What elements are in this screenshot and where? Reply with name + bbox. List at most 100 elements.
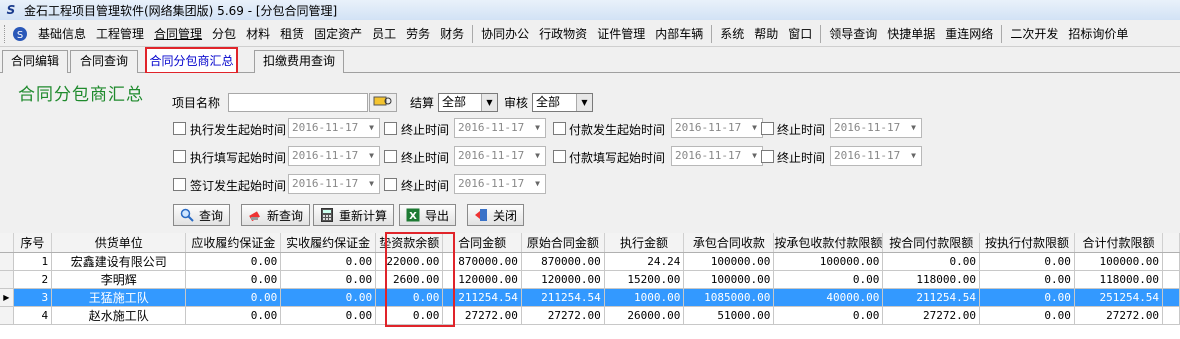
cell-value[interactable]: 0.00: [185, 288, 282, 307]
row-indicator[interactable]: [0, 306, 14, 325]
cell-value[interactable]: 100000.00: [1074, 252, 1164, 271]
col-header[interactable]: 承包合同收款: [683, 233, 775, 253]
settle-select[interactable]: 全部 ▼: [438, 93, 498, 112]
menu-help[interactable]: 帮助: [749, 23, 783, 45]
toolbar-grip[interactable]: [4, 24, 7, 43]
cell-value[interactable]: 2600.00: [375, 270, 444, 289]
menu-dev[interactable]: 二次开发: [1005, 23, 1063, 45]
col-header[interactable]: 垫资款余额: [375, 233, 444, 253]
sign-end-checkbox[interactable]: [384, 178, 397, 191]
cell-value[interactable]: 0.00: [280, 270, 377, 289]
audit-select[interactable]: 全部 ▼: [532, 93, 593, 112]
tab-subcontractor-summary[interactable]: 合同分包商汇总: [145, 47, 238, 74]
cell-seq[interactable]: 1: [13, 252, 53, 271]
cell-value[interactable]: 870000.00: [521, 252, 605, 271]
col-header[interactable]: 序号: [13, 233, 53, 253]
cell-supplier[interactable]: 赵水施工队: [51, 306, 187, 325]
table-row-selected[interactable]: ▶ 3 王猛施工队 0.00 0.00 0.00 211254.54 21125…: [0, 288, 1180, 307]
pay-end-checkbox[interactable]: [761, 122, 774, 135]
cell-value[interactable]: 120000.00: [521, 270, 605, 289]
exec-end-date[interactable]: 2016-11-17 ▼: [454, 118, 546, 138]
pay-end-date[interactable]: 2016-11-17 ▼: [830, 118, 922, 138]
cell-value[interactable]: 1085000.00: [683, 288, 775, 307]
cell-value[interactable]: 251254.54: [1074, 288, 1164, 307]
exec-start-date[interactable]: 2016-11-17 ▼: [288, 118, 380, 138]
pay-fill-end-checkbox[interactable]: [761, 150, 774, 163]
menu-project[interactable]: 工程管理: [91, 23, 149, 45]
menu-admin-supplies[interactable]: 行政物资: [534, 23, 592, 45]
cell-value[interactable]: 0.00: [773, 270, 884, 289]
cell-value[interactable]: 0.00: [979, 270, 1075, 289]
menu-quick-docs[interactable]: 快捷单据: [882, 23, 940, 45]
menu-labor[interactable]: 劳务: [401, 23, 435, 45]
cell-seq[interactable]: 4: [13, 306, 53, 325]
cell-value[interactable]: 0.00: [280, 288, 377, 307]
exec-start-checkbox[interactable]: [173, 122, 186, 135]
col-header[interactable]: 合计付款限额: [1074, 233, 1164, 253]
cell-value[interactable]: 0.00: [773, 306, 884, 325]
table-row[interactable]: 4 赵水施工队 0.00 0.00 0.00 27272.00 27272.00…: [0, 306, 1180, 325]
col-header[interactable]: 执行金额: [604, 233, 685, 253]
menu-reconnect[interactable]: 重连网络: [940, 23, 998, 45]
cell-value[interactable]: 0.00: [280, 252, 377, 271]
exec-fill-end-checkbox[interactable]: [384, 150, 397, 163]
pay-fill-start-date[interactable]: 2016-11-17 ▼: [671, 146, 763, 166]
export-button[interactable]: X 导出: [399, 204, 457, 226]
cell-value[interactable]: 118000.00: [1074, 270, 1164, 289]
menu-collab[interactable]: 协同办公: [476, 23, 534, 45]
row-indicator[interactable]: [0, 270, 14, 289]
cell-value[interactable]: 0.00: [375, 306, 444, 325]
cell-value[interactable]: 1000.00: [604, 288, 685, 307]
cell-value[interactable]: 15200.00: [604, 270, 685, 289]
cell-value[interactable]: 211254.54: [442, 288, 522, 307]
cell-value[interactable]: 0.00: [185, 270, 282, 289]
cell-value[interactable]: 870000.00: [442, 252, 522, 271]
exec-fill-start-date[interactable]: 2016-11-17 ▼: [288, 146, 380, 166]
cell-value[interactable]: 0.00: [375, 288, 444, 307]
sign-start-date[interactable]: 2016-11-17 ▼: [288, 174, 380, 194]
cell-value[interactable]: 24.24: [604, 252, 685, 271]
cell-value[interactable]: 0.00: [979, 306, 1075, 325]
cell-value[interactable]: 211254.54: [882, 288, 981, 307]
cell-value[interactable]: 22000.00: [375, 252, 444, 271]
cell-value[interactable]: 27272.00: [882, 306, 981, 325]
sign-start-checkbox[interactable]: [173, 178, 186, 191]
table-row[interactable]: 2 李明辉 0.00 0.00 2600.00 120000.00 120000…: [0, 270, 1180, 289]
menu-window[interactable]: 窗口: [783, 23, 817, 45]
exec-end-checkbox[interactable]: [384, 122, 397, 135]
exec-fill-end-date[interactable]: 2016-11-17 ▼: [454, 146, 546, 166]
cell-value[interactable]: 100000.00: [773, 252, 884, 271]
current-row-arrow-icon[interactable]: ▶: [0, 288, 14, 307]
cell-value[interactable]: 211254.54: [521, 288, 605, 307]
menu-certificates[interactable]: 证件管理: [592, 23, 650, 45]
tab-deduction-query[interactable]: 扣缴费用查询: [254, 50, 344, 73]
tab-contract-edit[interactable]: 合同编辑: [2, 50, 68, 73]
cell-value[interactable]: 27272.00: [442, 306, 522, 325]
cell-supplier[interactable]: 宏鑫建设有限公司: [51, 252, 187, 271]
menu-fixed-assets[interactable]: 固定资产: [309, 23, 367, 45]
project-name-input[interactable]: [228, 93, 368, 112]
exec-fill-start-checkbox[interactable]: [173, 150, 186, 163]
cell-value[interactable]: 0.00: [979, 288, 1075, 307]
col-header[interactable]: 按执行付款限额: [979, 233, 1075, 253]
menu-subcontract[interactable]: 分包: [207, 23, 241, 45]
cell-value[interactable]: 27272.00: [1074, 306, 1164, 325]
cell-seq[interactable]: 3: [13, 288, 53, 307]
sign-end-date[interactable]: 2016-11-17 ▼: [454, 174, 546, 194]
recalculate-button[interactable]: 重新计算: [313, 204, 395, 226]
col-header[interactable]: 供货单位: [51, 233, 187, 253]
col-header[interactable]: 按合同付款限额: [882, 233, 981, 253]
cell-value[interactable]: 100000.00: [683, 252, 775, 271]
cell-value[interactable]: 100000.00: [683, 270, 775, 289]
cell-value[interactable]: 40000.00: [773, 288, 884, 307]
cell-value[interactable]: 51000.00: [683, 306, 775, 325]
cell-supplier[interactable]: 王猛施工队: [51, 288, 187, 307]
menu-leader-query[interactable]: 领导查询: [824, 23, 882, 45]
cell-value[interactable]: 0.00: [185, 252, 282, 271]
cell-value[interactable]: 27272.00: [521, 306, 605, 325]
new-query-button[interactable]: 新查询: [241, 204, 311, 226]
menu-base-info[interactable]: 基础信息: [33, 23, 91, 45]
menu-finance[interactable]: 财务: [435, 23, 469, 45]
cell-value[interactable]: 0.00: [979, 252, 1075, 271]
tab-contract-query[interactable]: 合同查询: [70, 50, 138, 73]
